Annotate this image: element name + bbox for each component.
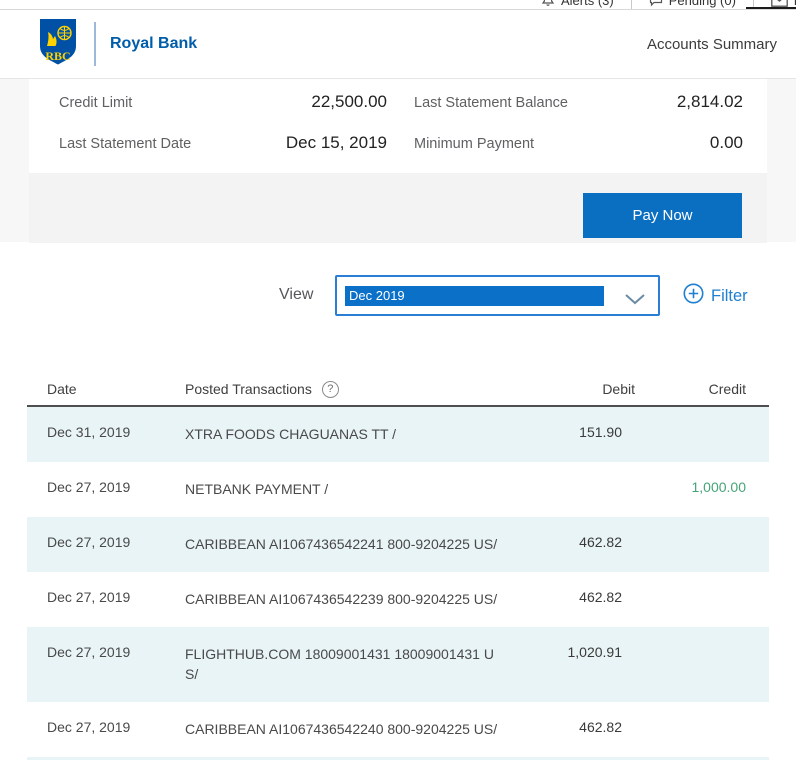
table-row: Dec 27, 2019 FLIGHTHUB.COM 18009001431 1… [27, 627, 769, 702]
brand-name: Royal Bank [110, 35, 197, 53]
selected-period: Dec 2019 [345, 286, 604, 306]
txn-description: CARIBBEAN AI1067436542241 800-9204225 US… [185, 534, 530, 554]
txn-description: XTRA FOODS CHAGUANAS TT / [185, 424, 530, 444]
table-row: Dec 27, 2019 CARIBBEAN AI1067436542240 8… [27, 702, 769, 757]
last-statement-date-label: Last Statement Date [59, 136, 191, 152]
last-statement-balance-value: 2,814.02 [677, 92, 743, 112]
txn-date: Dec 27, 2019 [47, 589, 185, 605]
clipped-bar-edge [746, 7, 796, 10]
help-icon[interactable]: ? [322, 381, 339, 398]
txn-description: CARIBBEAN AI1067436542240 800-9204225 US… [185, 719, 530, 739]
col-header-date: Date [47, 381, 185, 397]
txn-debit: 462.82 [530, 719, 635, 735]
table-row: Dec 27, 2019 NETBANK PAYMENT / 1,000.00 [27, 462, 769, 517]
chat-bubble-icon [649, 0, 663, 7]
txn-date: Dec 27, 2019 [47, 644, 185, 660]
plus-circle-icon [683, 283, 704, 309]
filter-button[interactable]: Filter [683, 283, 748, 309]
col-header-debit: Debit [530, 381, 635, 397]
txn-credit: 1,000.00 [635, 479, 746, 495]
table-row: Dec 31, 2019 XTRA FOODS CHAGUANAS TT / 1… [27, 407, 769, 462]
txn-description: NETBANK PAYMENT / [185, 479, 530, 499]
account-summary-fields: Credit Limit 22,500.00 Last Statement Ba… [29, 79, 767, 173]
statement-period-select[interactable]: Dec 2019 [335, 275, 660, 316]
last-statement-balance-label: Last Statement Balance [414, 95, 568, 111]
account-summary-card: Credit Limit 22,500.00 Last Statement Ba… [29, 79, 767, 242]
credit-limit-label: Credit Limit [59, 95, 132, 111]
rbc-shield-logo: RBC [38, 19, 78, 70]
pending-label: Pending (0) [669, 0, 736, 8]
txn-date: Dec 27, 2019 [47, 479, 185, 495]
transactions-table: Date Posted Transactions ? Debit Credit … [27, 373, 769, 760]
bell-icon [541, 0, 555, 7]
view-filter-row: View Dec 2019 Filter [0, 275, 796, 316]
credit-limit-value: 22,500.00 [311, 92, 387, 112]
filter-label: Filter [711, 287, 748, 306]
pay-now-button[interactable]: Pay Now [583, 193, 742, 238]
brand-divider [94, 22, 96, 66]
envelope-icon [771, 0, 788, 7]
pay-section: Pay Now [29, 173, 767, 243]
transactions-header-row: Date Posted Transactions ? Debit Credit [27, 373, 769, 407]
minimum-payment-label: Minimum Payment [414, 136, 534, 152]
alerts-label: Alerts (3) [561, 0, 614, 8]
masthead: RBC Royal Bank Accounts Summary [0, 10, 796, 78]
account-summary-band: Credit Limit 22,500.00 Last Statement Ba… [0, 78, 796, 242]
minimum-payment-value: 0.00 [710, 133, 743, 153]
top-utility-strip: Alerts (3) Pending (0) M [0, 0, 796, 10]
txn-date: Dec 27, 2019 [47, 719, 185, 735]
rbc-brand[interactable]: RBC Royal Bank [38, 10, 197, 78]
alerts-link[interactable]: Alerts (3) [524, 0, 631, 8]
col-header-credit: Credit [635, 381, 746, 397]
txn-date: Dec 27, 2019 [47, 534, 185, 550]
table-row: Dec 27, 2019 CARIBBEAN AI1067436542239 8… [27, 572, 769, 627]
txn-debit: 462.82 [530, 589, 635, 605]
last-statement-date-value: Dec 15, 2019 [286, 133, 387, 153]
pending-link[interactable]: Pending (0) [632, 0, 753, 8]
txn-debit: 462.82 [530, 534, 635, 550]
txn-debit: 1,020.91 [530, 644, 635, 660]
table-row: Dec 27, 2019 CARIBBEAN AI1067436542241 8… [27, 517, 769, 572]
chevron-down-icon [624, 292, 646, 310]
txn-date: Dec 31, 2019 [47, 424, 185, 440]
txn-description: FLIGHTHUB.COM 18009001431 18009001431 U … [185, 644, 530, 684]
view-label: View [279, 286, 313, 304]
svg-text:RBC: RBC [45, 49, 70, 63]
txn-description: CARIBBEAN AI1067436542239 800-9204225 US… [185, 589, 530, 609]
txn-debit: 151.90 [530, 424, 635, 440]
col-header-posted-transactions: Posted Transactions [185, 381, 312, 397]
nav-accounts-summary[interactable]: Accounts Summary [647, 36, 777, 53]
